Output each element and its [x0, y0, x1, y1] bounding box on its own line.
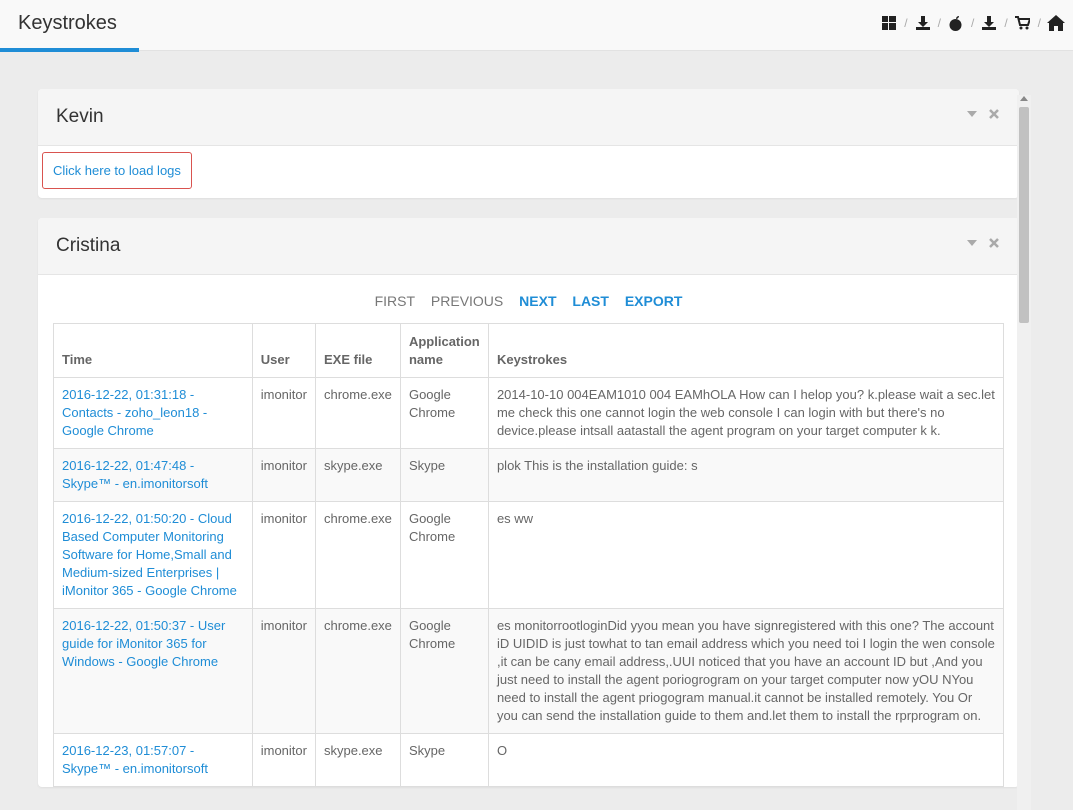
table-header-row: Time User EXE file Application name Keys… [53, 323, 1005, 378]
cell-app: Google Chrome [399, 377, 489, 449]
cell-time[interactable]: 2016-12-23, 01:57:07 - Skype™ - en.imoni… [53, 733, 253, 787]
cart-icon[interactable] [1014, 14, 1032, 32]
scroll-up-icon[interactable] [1020, 96, 1028, 101]
cell-exe: skype.exe [314, 448, 401, 502]
pager-next[interactable]: NEXT [519, 293, 556, 309]
panel-title: Cristina [56, 235, 121, 256]
cell-exe: chrome.exe [314, 501, 401, 609]
cell-user: imonitor [251, 733, 316, 787]
separator: / [904, 16, 908, 30]
scrollbar-thumb[interactable] [1019, 107, 1029, 323]
top-bar: Keystrokes / / / / / [0, 0, 1073, 52]
cell-app: Google Chrome [399, 608, 489, 734]
panel-header: Cristina [38, 218, 1019, 275]
panel-tools [955, 109, 999, 119]
export-button[interactable]: EXPORT [625, 293, 683, 309]
download-icon[interactable] [914, 14, 932, 32]
cell-exe: chrome.exe [314, 377, 401, 449]
download-icon[interactable] [980, 14, 998, 32]
cell-keystrokes: 2014-10-10 004EAM1010 004 EAMhOLA How ca… [487, 377, 1005, 449]
keystrokes-table: Time User EXE file Application name Keys… [53, 323, 1005, 787]
cell-exe: skype.exe [314, 733, 401, 787]
pager-first[interactable]: FIRST [375, 293, 415, 309]
cell-time[interactable]: 2016-12-22, 01:50:37 - User guide for iM… [53, 608, 253, 734]
pagination: FIRST PREVIOUS NEXT LAST EXPORT [38, 275, 1019, 323]
cell-exe: chrome.exe [314, 608, 401, 734]
column-header-exe[interactable]: EXE file [314, 323, 401, 378]
top-icon-bar: / / / / / [880, 14, 1065, 32]
cell-user: imonitor [251, 448, 316, 502]
pager-last[interactable]: LAST [572, 293, 609, 309]
table-row: 2016-12-22, 01:47:48 - Skype™ - en.imoni… [53, 448, 1005, 502]
separator: / [970, 16, 975, 30]
cell-user: imonitor [251, 608, 316, 734]
panel-kevin: Kevin Click here to load logs [38, 89, 1019, 198]
close-icon[interactable] [989, 109, 999, 119]
cell-app: Skype [399, 733, 489, 787]
cell-user: imonitor [251, 501, 316, 609]
cell-app: Skype [399, 448, 489, 502]
cell-time[interactable]: 2016-12-22, 01:50:20 - Cloud Based Compu… [53, 501, 253, 609]
separator: / [937, 16, 941, 30]
table-row: 2016-12-22, 01:50:37 - User guide for iM… [53, 608, 1005, 734]
column-header-user[interactable]: User [251, 323, 316, 378]
cell-user: imonitor [251, 377, 316, 449]
column-header-time[interactable]: Time [53, 323, 253, 378]
table-row: 2016-12-22, 01:50:20 - Cloud Based Compu… [53, 501, 1005, 609]
windows-icon[interactable] [880, 14, 898, 32]
separator: / [1004, 16, 1008, 30]
page-title: Keystrokes [18, 12, 117, 34]
cell-keystrokes: plok This is the installation guide: s [487, 448, 1005, 502]
title-underline [0, 48, 139, 52]
apple-icon[interactable] [947, 14, 965, 32]
load-logs-button[interactable]: Click here to load logs [42, 152, 192, 189]
cell-app: Google Chrome [399, 501, 489, 609]
panel-cristina: Cristina FIRST PREVIOUS NEXT LAST EXPORT… [38, 218, 1019, 787]
cell-keystrokes: es ww [487, 501, 1005, 609]
column-header-keystrokes[interactable]: Keystrokes [487, 323, 1005, 378]
scrollbar[interactable] [1017, 95, 1031, 810]
close-icon[interactable] [989, 238, 999, 248]
panel-tools [955, 238, 999, 248]
separator: / [1037, 16, 1041, 30]
panel-title: Kevin [56, 106, 104, 127]
main-content: Kevin Click here to load logs Cristina F… [38, 89, 1019, 807]
collapse-icon[interactable] [967, 240, 977, 246]
panel-header: Kevin [38, 89, 1019, 146]
column-header-app[interactable]: Application name [399, 323, 489, 378]
cell-keystrokes: es monitorrootloginDid yyou mean you hav… [487, 608, 1005, 734]
table-row: 2016-12-22, 01:31:18 - Contacts - zoho_l… [53, 377, 1005, 449]
panel-body: Click here to load logs [38, 146, 1019, 198]
home-icon[interactable] [1047, 14, 1065, 32]
cell-time[interactable]: 2016-12-22, 01:31:18 - Contacts - zoho_l… [53, 377, 253, 449]
table-row: 2016-12-23, 01:57:07 - Skype™ - en.imoni… [53, 733, 1005, 787]
collapse-icon[interactable] [967, 111, 977, 117]
pager-previous[interactable]: PREVIOUS [431, 293, 503, 309]
cell-time[interactable]: 2016-12-22, 01:47:48 - Skype™ - en.imoni… [53, 448, 253, 502]
cell-keystrokes: O [487, 733, 1005, 787]
